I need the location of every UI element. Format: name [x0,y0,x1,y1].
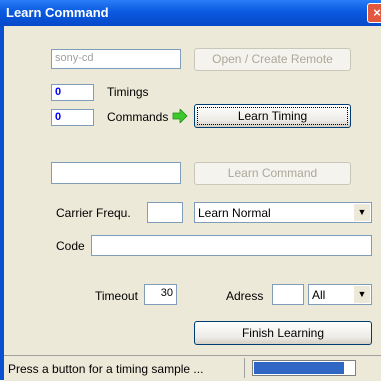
carrier-frequency-label: Carrier Frequ. [56,206,131,220]
address-input[interactable] [272,284,304,305]
address-label: Adress [226,289,264,303]
learn-mode-select[interactable]: Learn Normal ▼ [194,202,372,223]
carrier-frequency-input[interactable] [147,202,183,223]
green-arrow-right-icon [172,108,188,128]
timings-label: Timings [107,85,149,99]
window-title: Learn Command [6,5,109,20]
status-divider [244,358,245,378]
status-message: Press a button for a timing sample ... [8,362,204,376]
learn-timing-button[interactable]: Learn Timing [194,104,351,128]
address-scope-select[interactable]: All ▼ [308,284,372,305]
learn-command-button[interactable]: Learn Command [194,162,351,185]
commands-label: Commands [107,110,169,124]
status-bar: Press a button for a timing sample ... [4,355,381,381]
address-scope-value: All [312,288,326,302]
timings-count: 0 [51,84,94,101]
learn-mode-value: Learn Normal [198,206,271,220]
close-button[interactable]: × [367,3,381,23]
timeout-label: Timeout [95,289,138,303]
dialog-client-area: sony-cd Open / Create Remote 0 Timings 0… [4,26,381,355]
learn-command-window: Learn Command × sony-cd Open / Create Re… [0,0,381,381]
open-create-remote-button[interactable]: Open / Create Remote [194,48,351,71]
code-label: Code [56,239,85,253]
remote-name-input[interactable]: sony-cd [51,49,181,69]
title-bar[interactable]: Learn Command × [0,0,381,26]
close-icon: × [373,5,381,20]
finish-learning-button[interactable]: Finish Learning [194,321,372,345]
command-name-input[interactable] [51,162,181,184]
timeout-input[interactable]: 30 [144,284,177,305]
code-input[interactable] [91,235,372,256]
commands-count: 0 [51,109,94,126]
progress-bar [252,360,356,376]
chevron-down-icon[interactable]: ▼ [353,286,370,303]
chevron-down-icon[interactable]: ▼ [353,204,370,221]
progress-fill [254,362,344,374]
